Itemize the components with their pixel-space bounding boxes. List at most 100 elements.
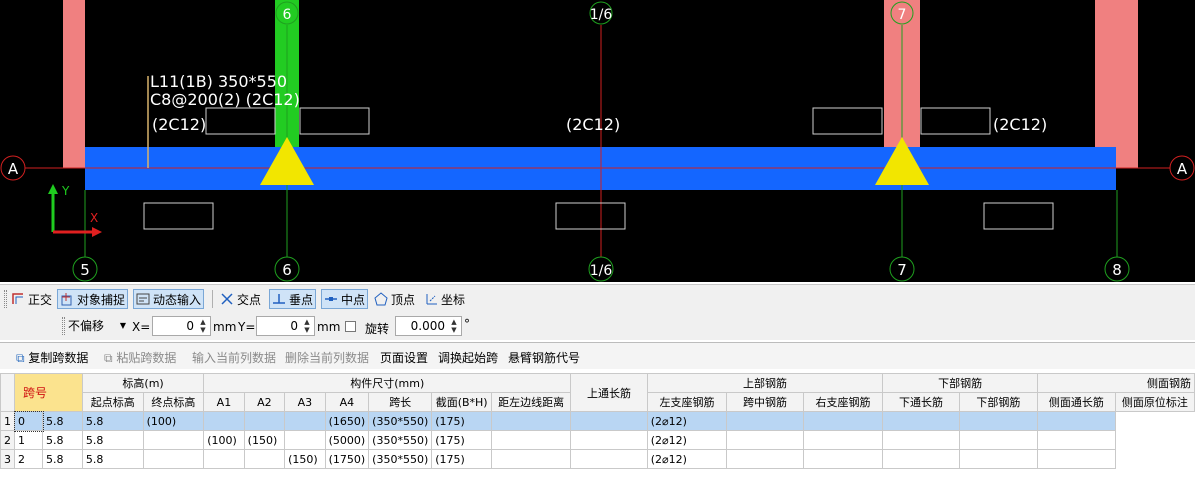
input-column-button[interactable]: 输入当前列数据 [192,349,276,366]
spin-arrows-icon[interactable]: ▲ ▼ [448,318,460,334]
table-cell-bt[interactable] [802,430,884,450]
table-cell-st[interactable] [958,430,1038,450]
span-length-header[interactable]: 跨长 [368,392,433,412]
cantilever-code-button[interactable]: 悬臂钢筋代号 [508,349,580,366]
bottom-through-header[interactable]: 下通长筋 [882,392,960,412]
table-cell-ls[interactable] [570,430,648,450]
table-cell-sec[interactable]: (350*550) [368,411,433,431]
table-cell-a2[interactable]: (100) [203,430,245,450]
column-right-edge[interactable] [1095,0,1138,168]
table-cell-top[interactable] [491,411,572,431]
side-local-header[interactable]: 侧面原位标注 [1114,392,1195,412]
table-cell-top[interactable] [491,449,572,469]
table-row[interactable]: 1 0 5.8 5.8 (100) (1650) (350*550) (175) (2⌀12) [0,410,1195,432]
ortho-toggle[interactable]: 正交 [11,289,52,309]
table-cell-top[interactable] [491,430,572,450]
spin-arrows-icon[interactable]: ▲ ▼ [301,318,313,334]
table-cell-bt[interactable] [802,411,884,431]
table-cell-start[interactable]: 5.8 [42,411,83,431]
top-rebar-header[interactable]: 上部钢筋 [646,373,884,393]
table-cell-sl[interactable] [1036,430,1116,450]
table-cell-dist[interactable]: (175) [431,430,493,450]
table-cell-a4[interactable]: (150) [284,449,326,469]
table-cell-len[interactable]: (5000) [324,430,370,450]
y-offset-input[interactable]: 0 ▲ ▼ [256,316,315,336]
table-cell-ls[interactable] [570,449,648,469]
table-cell-b[interactable] [882,449,960,469]
toolbar-grip[interactable] [4,290,7,308]
top-through-header[interactable]: 上通长筋 [570,373,648,412]
table-cell-a4[interactable] [284,411,326,431]
toolbar-grip[interactable] [62,317,65,335]
end-elev-header[interactable]: 终点标高 [142,392,205,412]
table-cell-mid[interactable]: (2⌀12) [646,430,728,450]
dimensions-header[interactable]: 构件尺寸(mm) [203,373,572,393]
rebar-input-box[interactable] [812,107,883,135]
table-cell-dist[interactable]: (175) [431,449,493,469]
table-cell-a2[interactable] [203,449,245,469]
a1-header[interactable]: A1 [203,392,245,412]
table-cell-span[interactable]: 2 [13,449,44,469]
table-cell-st[interactable] [958,449,1038,469]
row-number[interactable]: 1 [0,411,15,431]
table-cell-sec[interactable]: (350*550) [368,449,433,469]
table-cell-a3[interactable] [243,411,286,431]
table-cell-rs[interactable] [726,449,804,469]
table-cell-bt[interactable] [802,449,884,469]
table-cell-start[interactable]: 5.8 [42,449,83,469]
table-cell-span[interactable]: 1 [13,430,44,450]
table-cell-b[interactable] [882,411,960,431]
column-left-edge[interactable] [63,0,85,168]
section-header[interactable]: 截面(B*H) [431,392,493,412]
table-cell-a1[interactable] [142,449,205,469]
table-row[interactable]: 3 2 5.8 5.8 (150) (1750) (350*550) (175) (2⌀12) [0,449,1195,469]
rebar-input-box[interactable] [920,107,991,135]
table-cell-rs[interactable] [726,411,804,431]
table-cell-a3[interactable] [243,449,286,469]
bottom-rebar-header[interactable]: 下部钢筋 [882,373,1038,393]
table-cell-end[interactable]: 5.8 [81,430,144,450]
rebar-input-box[interactable] [205,107,276,135]
table-cell-sl[interactable] [1036,449,1116,469]
table-cell-a1[interactable]: (100) [142,411,205,431]
table-cell-len[interactable]: (1750) [324,449,370,469]
rotate-angle-input[interactable]: 0.000 ▲ ▼ [395,316,462,336]
row-number[interactable]: 3 [0,449,15,469]
table-cell-end[interactable]: 5.8 [81,449,144,469]
perpendicular-snap[interactable]: 垂点 [269,289,317,309]
start-elev-header[interactable]: 起点标高 [81,392,144,412]
elevation-header[interactable]: 标高(m) [81,373,205,393]
paste-span-button[interactable]: ⧉ 粘贴跨数据 [104,349,176,366]
intersection-snap[interactable]: 交点 [220,289,261,309]
spin-arrows-icon[interactable]: ▲ ▼ [197,318,209,334]
mid-span-header[interactable]: 跨中钢筋 [726,392,804,412]
cad-drawing-canvas[interactable]: L11(1B) 350*550 C8@200(2) (2C12) (2C12) … [0,0,1195,282]
copy-span-button[interactable]: ⧉ 复制跨数据 [16,349,88,366]
table-row[interactable]: 2 1 5.8 5.8 (100) (150) (5000) (350*550) (175) (2… [0,430,1195,450]
row-number[interactable]: 2 [0,430,15,450]
vertex-snap[interactable]: 顶点 [374,289,415,309]
rebar-input-box[interactable] [983,202,1054,230]
adjust-start-span-button[interactable]: 调换起始跨 [438,349,498,366]
a3-header[interactable]: A3 [284,392,326,412]
side-rebar-header[interactable]: 侧面钢筋 [1036,373,1195,393]
bottom-header[interactable]: 下部钢筋 [958,392,1038,412]
a4-header[interactable]: A4 [324,392,370,412]
table-cell-a3[interactable]: (150) [243,430,286,450]
table-cell-span[interactable]: 0 [13,410,44,432]
page-setup-button[interactable]: 页面设置 [380,349,428,366]
table-cell-end[interactable]: 5.8 [81,411,144,431]
cad-drawing[interactable]: L11(1B) 350*550 C8@200(2) (2C12) (2C12) … [0,0,1195,282]
table-cell-len[interactable]: (1650) [324,411,370,431]
table-cell-b[interactable] [882,430,960,450]
table-cell-mid[interactable]: (2⌀12) [646,449,728,469]
right-support-header[interactable]: 右支座钢筋 [802,392,884,412]
table-cell-dist[interactable]: (175) [431,411,493,431]
table-cell-start[interactable]: 5.8 [42,430,83,450]
rebar-input-box[interactable] [299,107,370,135]
table-cell-a1[interactable] [142,430,205,450]
dynamic-input-toggle[interactable]: 动态输入 [133,289,205,309]
table-cell-a2[interactable] [203,411,245,431]
table-cell-mid[interactable]: (2⌀12) [646,411,728,431]
rebar-input-box[interactable] [143,202,214,230]
